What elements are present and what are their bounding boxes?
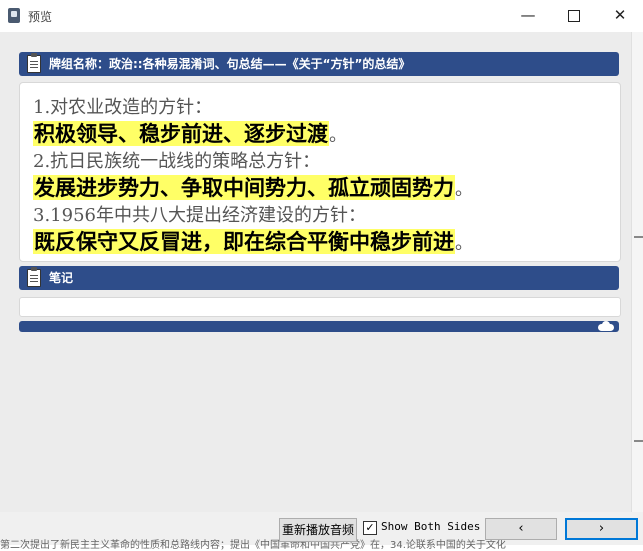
progress-bar [19,321,619,332]
clipboard-icon [27,267,41,287]
close-button[interactable]: ✕ [597,0,643,30]
maximize-button[interactable] [551,0,597,30]
question-2: 2.抗日民族统一战线的策略总方针： [33,151,321,172]
show-both-sides-label[interactable]: Show Both Sides [381,520,480,534]
background-window-edge [631,32,643,514]
answer-2-highlight: 发展进步势力、争取中间势力、孤立顽固势力 [33,175,455,200]
show-both-sides-checkbox[interactable]: ✓ [363,521,377,535]
answer-2-line: 发展进步势力、争取中间势力、孤立顽固势力。 [33,172,473,202]
answer-1-line: 积极领导、稳步前进、逐步过渡。 [33,118,347,148]
deck-name-bar: 牌组名称：政治::各种易混淆词、句总结——《关于“方针”的总结》 [19,52,619,76]
answer-3-line: 既反保守又反冒进，即在综合平衡中稳步前进。 [33,226,473,256]
notes-bar: 笔记 [19,266,619,290]
answer-1-highlight: 积极领导、稳步前进、逐步过渡 [33,121,329,146]
deck-name-label: 牌组名称：政治::各种易混淆词、句总结——《关于“方针”的总结》 [49,57,411,71]
edge-mark [634,236,643,238]
window-title: 预览 [28,10,53,24]
card-body: 1.对农业改造的方针： 积极领导、稳步前进、逐步过渡。 2.抗日民族统一战线的策… [19,82,621,262]
answer-1-end: 。 [329,125,347,146]
bottom-toolbar: 第二次提出了新民主主义革命的性质和总路线内容；提出《中国革命和中国共产党》在，3… [0,512,643,551]
question-3: 3.1956年中共八大提出经济建设的方针： [33,205,366,226]
edge-mark [634,440,643,442]
answer-3-end: 。 [455,233,473,254]
minimize-button[interactable]: — [505,0,551,30]
question-1: 1.对农业改造的方针： [33,97,213,118]
answer-2-end: 。 [455,179,473,200]
clipboard-icon [27,53,41,73]
app-icon [8,8,20,23]
title-bar: 预览 — ✕ [0,0,643,32]
replay-audio-button[interactable]: 重新播放音频 [279,518,357,542]
previous-button[interactable]: ‹ [485,518,557,540]
cloud-icon [598,321,614,331]
notes-label: 笔记 [49,271,74,285]
maximize-icon [568,9,580,22]
next-button[interactable]: › [565,518,638,540]
answer-3-highlight: 既反保守又反冒进，即在综合平衡中稳步前进 [33,229,455,254]
notes-field[interactable] [19,297,621,317]
